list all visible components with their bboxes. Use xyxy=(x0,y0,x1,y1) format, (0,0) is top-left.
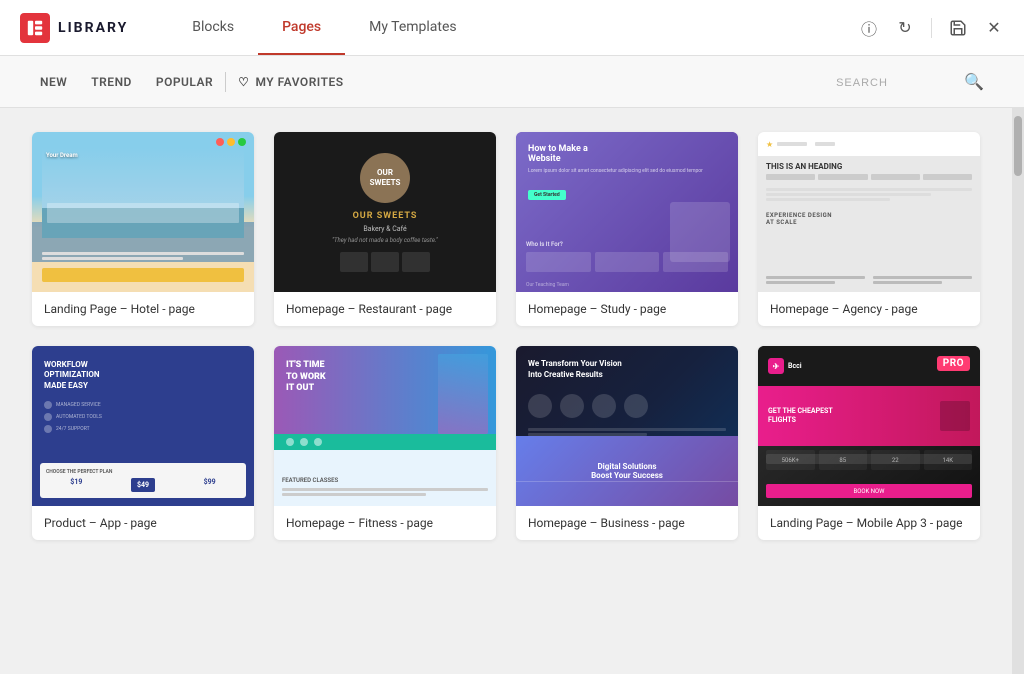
card-label-mobile: Landing Page – Mobile App 3 - page xyxy=(758,506,980,540)
card-label-fitness: Homepage – Fitness - page xyxy=(274,506,496,540)
template-grid: Your Dream Landing Page – Hotel - page O… xyxy=(32,132,980,540)
app-title: LIBRARY xyxy=(58,20,128,36)
template-card-app[interactable]: WORKFLOWOPTIMIZATIONMADE EASY MANAGED SE… xyxy=(32,346,254,540)
logo-area: LIBRARY xyxy=(20,13,128,43)
tab-blocks[interactable]: Blocks xyxy=(168,0,258,55)
search-input[interactable] xyxy=(836,74,956,89)
template-card-agency[interactable]: ★ THIS IS AN HEADING xyxy=(758,132,980,326)
scrollbar-track[interactable] xyxy=(1012,108,1024,674)
template-grid-area: Your Dream Landing Page – Hotel - page O… xyxy=(0,108,1012,674)
filter-bar: NEW TREND POPULAR ♡ MY FAVORITES 🔍 xyxy=(0,56,1024,108)
filter-new[interactable]: NEW xyxy=(40,75,67,89)
save-icon[interactable] xyxy=(948,18,968,38)
filter-trend[interactable]: TREND xyxy=(91,75,132,89)
filter-divider xyxy=(225,72,226,92)
card-label-hotel: Landing Page – Hotel - page xyxy=(32,292,254,326)
template-card-restaurant[interactable]: OURSWEETS OUR SWEETS Bakery & Café "They… xyxy=(274,132,496,326)
template-card-study[interactable]: How to Make aWebsite Lorem ipsum dolor s… xyxy=(516,132,738,326)
template-card-hotel[interactable]: Your Dream Landing Page – Hotel - page xyxy=(32,132,254,326)
close-icon[interactable]: ✕ xyxy=(984,18,1004,38)
tab-pages[interactable]: Pages xyxy=(258,0,345,55)
mobile-book-btn: BOOK NOW xyxy=(766,484,972,498)
main-content: Your Dream Landing Page – Hotel - page O… xyxy=(0,108,1024,674)
header: LIBRARY Blocks Pages My Templates ⓘ ↻ ✕ xyxy=(0,0,1024,56)
filter-popular[interactable]: POPULAR xyxy=(156,75,213,89)
search-area: 🔍 xyxy=(836,72,984,91)
nav-tabs: Blocks Pages My Templates xyxy=(168,0,859,55)
template-card-mobile[interactable]: ✈ Bcci PRO GET THE CHEAPESTFLIGHTS 506 xyxy=(758,346,980,540)
tab-my-templates[interactable]: My Templates xyxy=(345,0,481,55)
pro-badge: PRO xyxy=(937,356,970,371)
favorites-button[interactable]: ♡ MY FAVORITES xyxy=(238,75,343,89)
card-label-agency: Homepage – Agency - page xyxy=(758,292,980,326)
scrollbar-thumb[interactable] xyxy=(1014,116,1022,176)
template-card-fitness[interactable]: IT'S TIMETO WORKIT OUT FEATURED CLASSES xyxy=(274,346,496,540)
info-icon[interactable]: ⓘ xyxy=(859,18,879,38)
card-label-restaurant: Homepage – Restaurant - page xyxy=(274,292,496,326)
card-label-study: Homepage – Study - page xyxy=(516,292,738,326)
refresh-icon[interactable]: ↻ xyxy=(895,18,915,38)
card-label-app: Product – App - page xyxy=(32,506,254,540)
elementor-logo xyxy=(20,13,50,43)
filter-tabs: NEW TREND POPULAR xyxy=(40,75,213,89)
template-card-business[interactable]: We Transform Your VisionInto Creative Re… xyxy=(516,346,738,540)
header-actions: ⓘ ↻ ✕ xyxy=(859,18,1004,38)
card-label-business: Homepage – Business - page xyxy=(516,506,738,540)
header-divider xyxy=(931,18,932,38)
heart-icon: ♡ xyxy=(238,75,249,89)
search-icon[interactable]: 🔍 xyxy=(964,72,984,91)
